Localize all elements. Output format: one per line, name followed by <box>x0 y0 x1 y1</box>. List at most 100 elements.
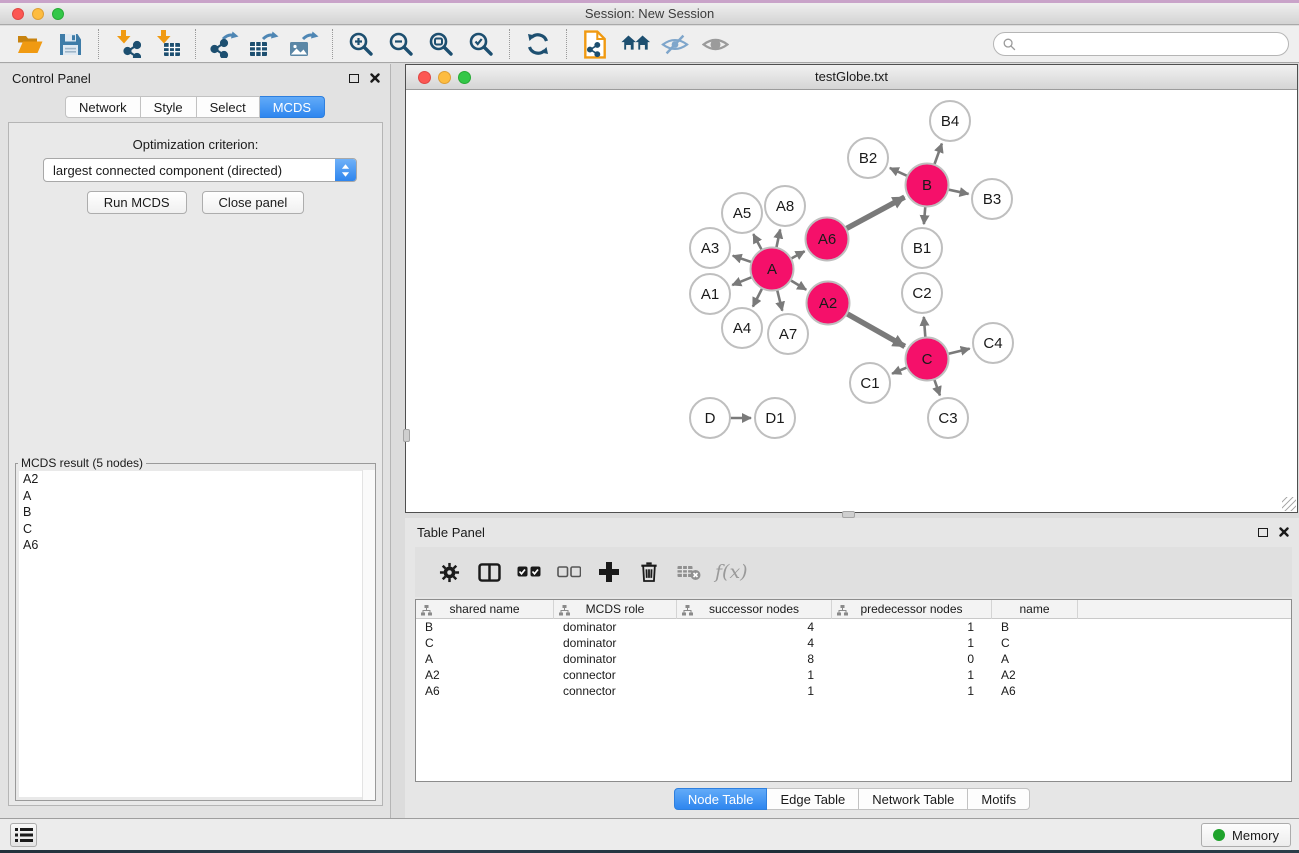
network-window-titlebar[interactable]: testGlobe.txt <box>406 65 1297 90</box>
column-header-predecessor-nodes[interactable]: predecessor nodes <box>832 600 992 619</box>
tab-style[interactable]: Style <box>141 96 197 118</box>
close-panel-button[interactable]: Close panel <box>202 191 305 214</box>
table-cell: 4 <box>677 635 832 651</box>
tab-select[interactable]: Select <box>197 96 260 118</box>
minimize-window-button[interactable] <box>32 8 44 20</box>
titlebar[interactable]: Session: New Session <box>0 3 1299 25</box>
window-resize-grip[interactable] <box>1282 497 1296 511</box>
tab-network[interactable]: Network <box>65 96 141 118</box>
memory-button[interactable]: Memory <box>1201 823 1291 847</box>
graph-node-B2[interactable]: B2 <box>848 138 888 178</box>
import-table-button[interactable] <box>150 28 184 60</box>
graph-node-C1[interactable]: C1 <box>850 363 890 403</box>
graph-node-B[interactable]: B <box>906 164 949 207</box>
deselect-all-columns-button[interactable] <box>549 555 589 589</box>
graph-node-A1[interactable]: A1 <box>690 274 730 314</box>
export-image-button[interactable] <box>287 28 321 60</box>
task-history-button[interactable] <box>10 823 37 847</box>
table-options-button[interactable] <box>429 555 469 589</box>
mcds-result-item[interactable]: C <box>19 521 372 538</box>
graph-node-A6[interactable]: A6 <box>806 218 849 261</box>
graph-node-B1[interactable]: B1 <box>902 228 942 268</box>
graph-node-A2[interactable]: A2 <box>807 282 850 325</box>
delete-columns-button[interactable] <box>629 555 669 589</box>
column-header-mcds-role[interactable]: MCDS role <box>554 600 677 619</box>
search-input[interactable] <box>1022 37 1279 52</box>
criterion-select[interactable]: largest connected component (directed) <box>43 158 357 182</box>
zoom-window-button[interactable] <box>52 8 64 20</box>
mcds-result-item[interactable]: B <box>19 504 372 521</box>
close-window-button[interactable] <box>12 8 24 20</box>
column-header-shared-name[interactable]: shared name <box>416 600 554 619</box>
save-session-button[interactable] <box>53 28 87 60</box>
open-session-button[interactable] <box>13 28 47 60</box>
result-scrollbar[interactable] <box>362 470 375 800</box>
table-row[interactable]: Bdominator41B <box>416 619 1291 635</box>
table-row[interactable]: A2connector11A2 <box>416 667 1291 683</box>
node-table[interactable]: shared nameMCDS rolesuccessor nodesprede… <box>415 599 1292 782</box>
graph-node-A4[interactable]: A4 <box>722 308 762 348</box>
export-network-button[interactable] <box>207 28 241 60</box>
mcds-result-item[interactable]: A2 <box>19 471 372 488</box>
zoom-fit-button[interactable] <box>424 28 458 60</box>
function-builder-button[interactable]: f(x) <box>709 555 748 589</box>
network-graph[interactable]: B4 B2 B B3 A8A5 A6 A3 B1 A A1 C2 A2 A4A7 C4 C C1 C3 D D1 <box>406 90 1297 512</box>
graph-node-B4[interactable]: B4 <box>930 101 970 141</box>
mcds-result-item[interactable]: A <box>19 488 372 505</box>
table-cell: connector <box>554 683 677 699</box>
zoom-in-button[interactable] <box>344 28 378 60</box>
add-column-button[interactable] <box>589 555 629 589</box>
graph-node-A3[interactable]: A3 <box>690 228 730 268</box>
column-header-name[interactable]: name <box>992 600 1078 619</box>
network-zoom-button[interactable] <box>458 71 471 84</box>
select-all-columns-button[interactable] <box>509 555 549 589</box>
show-columns-button[interactable] <box>469 555 509 589</box>
table-row[interactable]: Cdominator41C <box>416 635 1291 651</box>
tab-edge-table[interactable]: Edge Table <box>767 788 859 810</box>
graph-node-A8[interactable]: A8 <box>765 186 805 226</box>
close-panel-icon[interactable] <box>1279 527 1289 537</box>
float-panel-icon[interactable] <box>349 74 359 83</box>
svg-text:A2: A2 <box>819 295 837 312</box>
graph-node-A[interactable]: A <box>751 248 794 291</box>
graph-node-D1[interactable]: D1 <box>755 398 795 438</box>
delete-table-button[interactable] <box>669 555 709 589</box>
graph-node-C[interactable]: C <box>906 338 949 381</box>
birds-eye-view-button[interactable] <box>618 28 652 60</box>
eye-slash-icon <box>661 33 689 56</box>
import-network-button[interactable] <box>110 28 144 60</box>
control-panel: Control Panel NetworkStyleSelectMCDS Opt… <box>0 64 391 818</box>
graph-node-A5[interactable]: A5 <box>722 193 762 233</box>
graph-node-A7[interactable]: A7 <box>768 314 808 354</box>
hide-panels-button[interactable] <box>658 28 692 60</box>
column-header-successor-nodes[interactable]: successor nodes <box>677 600 832 619</box>
graph-node-C2[interactable]: C2 <box>902 273 942 313</box>
graph-node-B3[interactable]: B3 <box>972 179 1012 219</box>
splitter-grip-horizontal[interactable] <box>842 511 855 518</box>
network-canvas[interactable]: B4 B2 B B3 A8A5 A6 A3 B1 A A1 C2 A2 A4A7 C4 C C1 C3 D D1 <box>406 90 1297 512</box>
close-panel-icon[interactable] <box>370 73 380 83</box>
splitter-grip-vertical[interactable] <box>403 429 410 442</box>
hierarchy-icon <box>682 603 693 621</box>
tab-motifs[interactable]: Motifs <box>968 788 1030 810</box>
new-session-button[interactable] <box>578 28 612 60</box>
run-mcds-button[interactable]: Run MCDS <box>87 191 187 214</box>
network-close-button[interactable] <box>418 71 431 84</box>
tab-mcds[interactable]: MCDS <box>260 96 325 118</box>
show-panels-button[interactable] <box>698 28 732 60</box>
graph-node-C4[interactable]: C4 <box>973 323 1013 363</box>
mcds-result-item[interactable]: A6 <box>19 537 372 554</box>
search-box[interactable] <box>993 32 1289 56</box>
refresh-button[interactable] <box>521 28 555 60</box>
zoom-out-button[interactable] <box>384 28 418 60</box>
table-row[interactable]: A6connector11A6 <box>416 683 1291 699</box>
export-table-button[interactable] <box>247 28 281 60</box>
graph-node-D[interactable]: D <box>690 398 730 438</box>
tab-network-table[interactable]: Network Table <box>859 788 968 810</box>
zoom-selected-button[interactable] <box>464 28 498 60</box>
table-row[interactable]: Adominator80A <box>416 651 1291 667</box>
graph-node-C3[interactable]: C3 <box>928 398 968 438</box>
tab-node-table[interactable]: Node Table <box>674 788 768 810</box>
float-panel-icon[interactable] <box>1258 528 1268 537</box>
network-minimize-button[interactable] <box>438 71 451 84</box>
